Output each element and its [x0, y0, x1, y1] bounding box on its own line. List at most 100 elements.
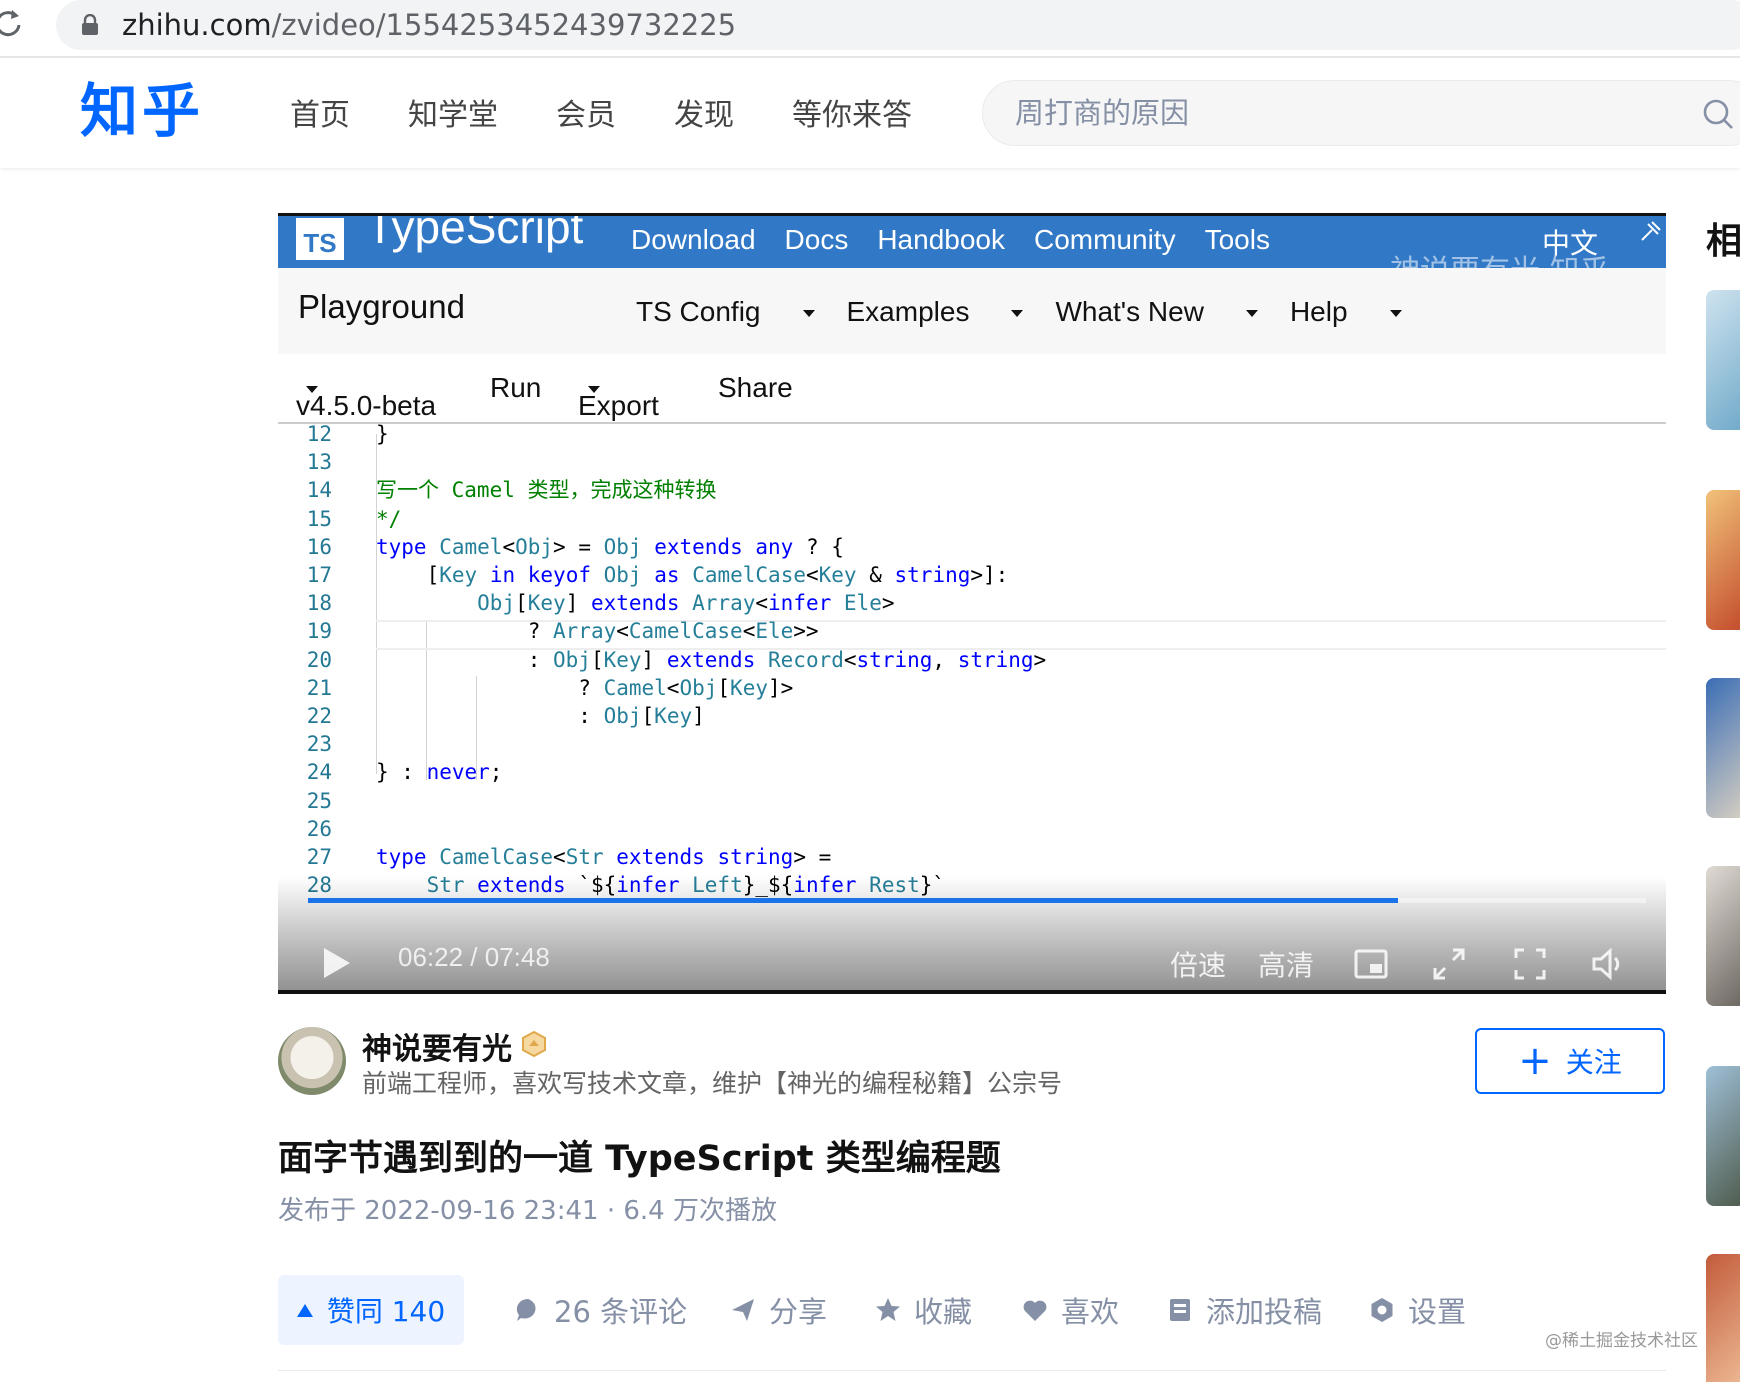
- nav-home[interactable]: 首页: [290, 96, 350, 136]
- fullscreen-icon[interactable]: [1512, 946, 1548, 982]
- publish-meta: 发布于 2022-09-16 23:41 · 6.4 万次播放: [278, 1196, 777, 1226]
- code-text: type Camel<Obj> = Obj extends any ? {: [376, 534, 844, 559]
- line-number: 14: [306, 478, 332, 503]
- volume-icon[interactable]: [1590, 946, 1626, 982]
- collect-button[interactable]: 收藏: [874, 1275, 972, 1345]
- share-button[interactable]: 分享: [729, 1275, 827, 1345]
- related-video-thumbnail[interactable]: [1706, 1066, 1740, 1206]
- playground-title: Playground: [298, 288, 465, 325]
- playground-toolbar: v4.5.0-beta Run Export Share: [278, 354, 1666, 424]
- share-label: Share: [718, 372, 793, 403]
- author-bio: 前端工程师，喜欢写技术文章，维护【神光的编程秘籍】公宗号: [362, 1069, 1063, 1098]
- gear-icon: [1371, 1298, 1393, 1322]
- page-title: 面字节遇到到的一道 TypeScript 类型编程题: [278, 1139, 1001, 1179]
- code-text: : Obj[Key]: [376, 704, 705, 728]
- main-nav: 首页 知学堂 会员 发现 等你来答: [290, 96, 970, 136]
- time-display: 06:22 / 07:48: [398, 942, 550, 972]
- version-select: v4.5.0-beta: [296, 372, 436, 421]
- speed-button[interactable]: 倍速: [1170, 944, 1226, 984]
- line-number: 22: [306, 704, 332, 728]
- line-number: 19: [306, 619, 332, 644]
- lock-icon: [82, 14, 98, 35]
- follow-button[interactable]: + 关注: [1475, 1028, 1665, 1094]
- url-host: zhihu.com: [122, 8, 272, 42]
- comment-icon: [516, 1298, 536, 1321]
- code-text: Obj[Key] extends Array<infer Ele>: [477, 591, 895, 616]
- related-video-thumbnail[interactable]: [1706, 490, 1740, 630]
- line-number: 18: [306, 591, 332, 616]
- ts-logo: TS: [296, 218, 344, 260]
- playground-menu: TS Config Examples What's New Help: [636, 296, 1434, 328]
- nav-discover[interactable]: 发现: [674, 96, 734, 136]
- author-name[interactable]: 神说要有光: [362, 1024, 512, 1068]
- contribute-button[interactable]: 添加投稿: [1166, 1275, 1322, 1345]
- related-video-thumbnail[interactable]: [1706, 290, 1740, 430]
- code-text: */: [376, 506, 402, 531]
- video-watermark: 神说要有光 知乎: [1390, 246, 1610, 268]
- site-header: 知乎 首页 知学堂 会员 发现 等你来答: [0, 58, 1740, 168]
- line-number: 13: [306, 450, 332, 475]
- picture-in-picture-icon[interactable]: [1353, 946, 1389, 982]
- play-icon[interactable]: [322, 946, 352, 980]
- code-text: 写一个 Camel 类型，完成这种转换: [376, 478, 717, 503]
- quality-button[interactable]: 高清: [1258, 944, 1314, 984]
- chevron-down-icon: [1389, 310, 1402, 318]
- reload-icon[interactable]: [0, 6, 26, 40]
- ts-link-download: Download: [631, 224, 756, 255]
- settings-button[interactable]: 设置: [1368, 1275, 1466, 1345]
- line-number: 20: [306, 647, 332, 672]
- chevron-down-icon: [802, 310, 815, 318]
- ts-title: TypeScript: [366, 216, 584, 253]
- nav-zhixuetang[interactable]: 知学堂: [408, 96, 498, 136]
- line-number: 23: [306, 732, 332, 757]
- search-icon[interactable]: [1701, 97, 1735, 131]
- related-video-thumbnail[interactable]: [1706, 678, 1740, 818]
- code-line: 18 Obj[Key] extends Array<infer Ele>: [278, 589, 1666, 617]
- code-line: 16 type Camel<Obj> = Obj extends any ? {: [278, 533, 1666, 561]
- avatar[interactable]: [278, 1027, 346, 1095]
- menu-whats-new: What's New: [1055, 296, 1258, 328]
- pin-icon: [1641, 221, 1661, 241]
- line-number: 12: [306, 422, 332, 446]
- upvote-icon: [296, 1303, 313, 1317]
- line-number: 27: [306, 845, 332, 869]
- comments-button[interactable]: 26 条评论: [514, 1275, 687, 1345]
- expand-icon[interactable]: [1431, 946, 1467, 982]
- plus-icon: +: [1518, 1038, 1552, 1084]
- nav-waiting-answers[interactable]: 等你来答: [792, 96, 912, 136]
- progress-bar[interactable]: [308, 898, 1646, 903]
- code-line: 21 ? Camel<Obj[Key]>: [278, 674, 1666, 702]
- code-text: : Obj[Key] extends Record<string, string…: [376, 647, 1047, 672]
- line-number: 15: [306, 506, 332, 531]
- nav-membership[interactable]: 会员: [556, 96, 616, 136]
- video-player[interactable]: TS TypeScript Download Docs Handbook Com…: [278, 213, 1666, 994]
- heart-icon: [1023, 1300, 1047, 1321]
- share-icon: [732, 1299, 754, 1321]
- star-icon: [876, 1298, 900, 1321]
- ts-link-tools: Tools: [1204, 224, 1270, 255]
- code-line: 22 : Obj[Key]: [278, 702, 1666, 730]
- progress-fill: [308, 898, 1399, 903]
- code-text: [Key in keyof Obj as CamelCase<Key & str…: [376, 563, 1009, 587]
- code-line: 23: [278, 730, 1666, 758]
- like-button[interactable]: 喜欢: [1021, 1275, 1119, 1345]
- code-line: 25: [278, 787, 1666, 815]
- url-text[interactable]: zhihu.com/zvideo/1554253452439732225: [122, 6, 736, 44]
- contribute-icon: [1170, 1299, 1190, 1321]
- url-path: /zvideo/1554253452439732225: [271, 8, 737, 42]
- code-line: 26: [278, 815, 1666, 843]
- verified-badge-icon: [522, 1030, 546, 1058]
- zhihu-logo[interactable]: 知乎: [80, 76, 204, 146]
- related-video-thumbnail[interactable]: [1706, 866, 1740, 1006]
- code-line: 12}: [278, 420, 1666, 448]
- menu-examples: Examples: [847, 296, 1024, 328]
- code-line: 20 : Obj[Key] extends Record<string, str…: [278, 646, 1666, 674]
- code-text: ? Array<CamelCase<Ele>>: [376, 619, 819, 644]
- upvote-button[interactable]: 赞同 140: [278, 1275, 464, 1345]
- line-number: 24: [306, 760, 332, 785]
- menu-help: Help: [1290, 296, 1402, 328]
- search-input[interactable]: [1015, 93, 1655, 133]
- browser-url-bar: zhihu.com/zvideo/1554253452439732225: [0, 0, 1740, 54]
- related-video-thumbnail[interactable]: [1706, 1254, 1740, 1382]
- code-line: 24} : never;: [278, 758, 1666, 786]
